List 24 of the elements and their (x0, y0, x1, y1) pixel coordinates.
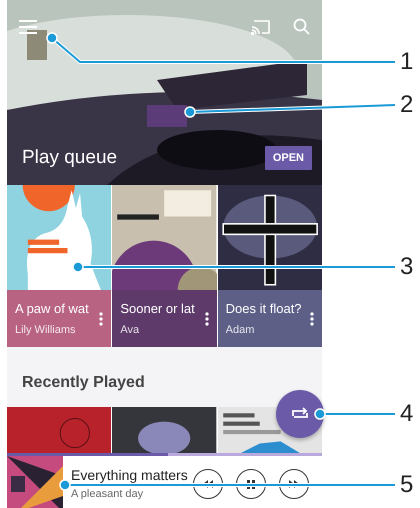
artist-name: Ava (120, 323, 140, 338)
album-name: A pleasant day (71, 487, 144, 502)
track-title: Everything matters (71, 466, 189, 486)
album-title: Does it float? (226, 300, 303, 318)
album-card[interactable]: Does it float? Adam (218, 290, 322, 347)
album-title: A paw of wat (15, 300, 90, 318)
album-card[interactable]: A paw of wat Lily Williams (7, 290, 112, 347)
callout-number: 5 (400, 473, 414, 497)
more-icon (310, 312, 314, 326)
section-title: Recently Played (22, 373, 145, 393)
album-card[interactable]: Sooner or lat Ava (112, 290, 217, 347)
callout-number: 4 (400, 402, 414, 426)
callout-number: 2 (400, 93, 414, 117)
more-button[interactable] (310, 312, 314, 326)
album-title: Sooner or lat (120, 300, 196, 318)
repeat-icon (290, 407, 310, 421)
more-icon (99, 312, 104, 326)
more-icon (204, 312, 209, 326)
artist-name: Lily Williams (15, 323, 76, 338)
more-button[interactable] (99, 312, 104, 326)
callout-number: 3 (400, 255, 414, 279)
callout-number: 1 (400, 50, 414, 74)
more-button[interactable] (204, 312, 209, 326)
artist-name: Adam (226, 323, 256, 338)
